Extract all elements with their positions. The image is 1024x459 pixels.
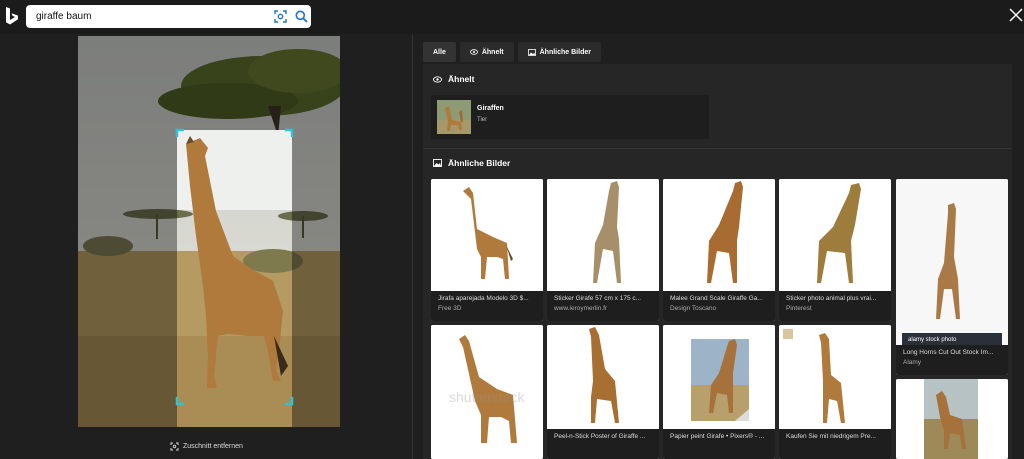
tab-similar-images[interactable]: Ähnliche Bilder [517, 42, 601, 62]
entity-type: Tier [477, 117, 488, 123]
close-icon[interactable] [1008, 7, 1024, 23]
search-box [26, 5, 311, 28]
result-card[interactable]: Papier peint Girafe • Pixers® - ... [663, 325, 775, 459]
result-caption: Papier peint Girafe • Pixers® - ... [663, 429, 775, 459]
section-similar-images-heading: Ähnliche Bilder [433, 156, 510, 170]
results-tabs: Alle Ähnelt Ähnliche Bilder [423, 42, 601, 62]
section-similar-heading: Ähnelt [433, 72, 474, 86]
crop-icon [170, 442, 179, 450]
bing-logo-icon[interactable] [4, 6, 20, 26]
result-image [779, 179, 891, 291]
query-image[interactable] [78, 36, 340, 427]
result-card[interactable] [896, 379, 1008, 459]
tab-all[interactable]: Alle [423, 42, 456, 62]
result-image: alamy stock photo [896, 179, 1008, 345]
result-card[interactable]: Peel-n-Stick Poster of Giraffe ... [547, 325, 659, 459]
result-caption: Peel-n-Stick Poster of Giraffe ... [547, 429, 659, 459]
result-caption: Sticker Girafe 57 cm x 175 c... www.lero… [547, 291, 659, 321]
entity-card[interactable]: Giraffen Tier [431, 95, 709, 139]
visual-search-icon[interactable] [273, 9, 288, 24]
result-card[interactable]: shutterstock [431, 325, 543, 459]
section-divider [423, 148, 1012, 149]
result-caption: Long Horns Cut Out Stock Im... Alamy [896, 345, 1008, 375]
result-caption: Malee Grand Scale Giraffe Ga... Design T… [663, 291, 775, 321]
remove-crop-button[interactable]: Zuschnitt entfernen [170, 440, 243, 452]
eye-icon [469, 49, 478, 55]
result-card[interactable]: Sticker Girafe 57 cm x 175 c... www.lero… [547, 179, 659, 321]
result-image [663, 325, 775, 429]
result-image [779, 325, 891, 429]
result-card[interactable]: Jirafa aparejada Modelo 3D $... Free 3D [431, 179, 543, 321]
result-image [547, 325, 659, 429]
result-caption: Kaufen Sie mit niedrigem Pre... [779, 429, 891, 459]
result-image: shutterstock [431, 325, 543, 459]
search-icon[interactable] [294, 9, 309, 24]
top-bar [0, 0, 1024, 34]
result-image [547, 179, 659, 291]
tab-similar[interactable]: Ähnelt [459, 42, 514, 62]
alamy-watermark: alamy stock photo [908, 337, 957, 343]
result-card[interactable]: Sticker photo animal plus vrai... Pinter… [779, 179, 891, 321]
entity-name: Giraffen [477, 105, 504, 112]
result-image [431, 179, 543, 291]
results-pane: Alle Ähnelt Ähnliche Bilder Ähnelt Giraf… [413, 34, 1024, 459]
result-caption: Jirafa aparejada Modelo 3D $... Free 3D [431, 291, 543, 321]
search-input[interactable] [36, 9, 256, 24]
result-card[interactable]: Kaufen Sie mit niedrigem Pre... [779, 325, 891, 459]
eye-icon [433, 75, 442, 83]
result-card[interactable]: Malee Grand Scale Giraffe Ga... Design T… [663, 179, 775, 321]
remove-crop-label: Zuschnitt entfernen [183, 442, 243, 450]
image-icon [433, 159, 442, 167]
result-card[interactable]: alamy stock photo Long Horns Cut Out Sto… [896, 179, 1008, 375]
shutterstock-watermark: shutterstock [449, 389, 525, 405]
entity-thumbnail [437, 100, 471, 134]
results-panel: Ähnelt Giraffen Tier Ähnliche Bilder Jir… [423, 64, 1012, 459]
result-caption: Sticker photo animal plus vrai... Pinter… [779, 291, 891, 321]
result-image [663, 179, 775, 291]
query-image-pane: Zuschnitt entfernen [0, 34, 412, 459]
image-icon [527, 48, 536, 56]
result-image [896, 379, 1008, 459]
